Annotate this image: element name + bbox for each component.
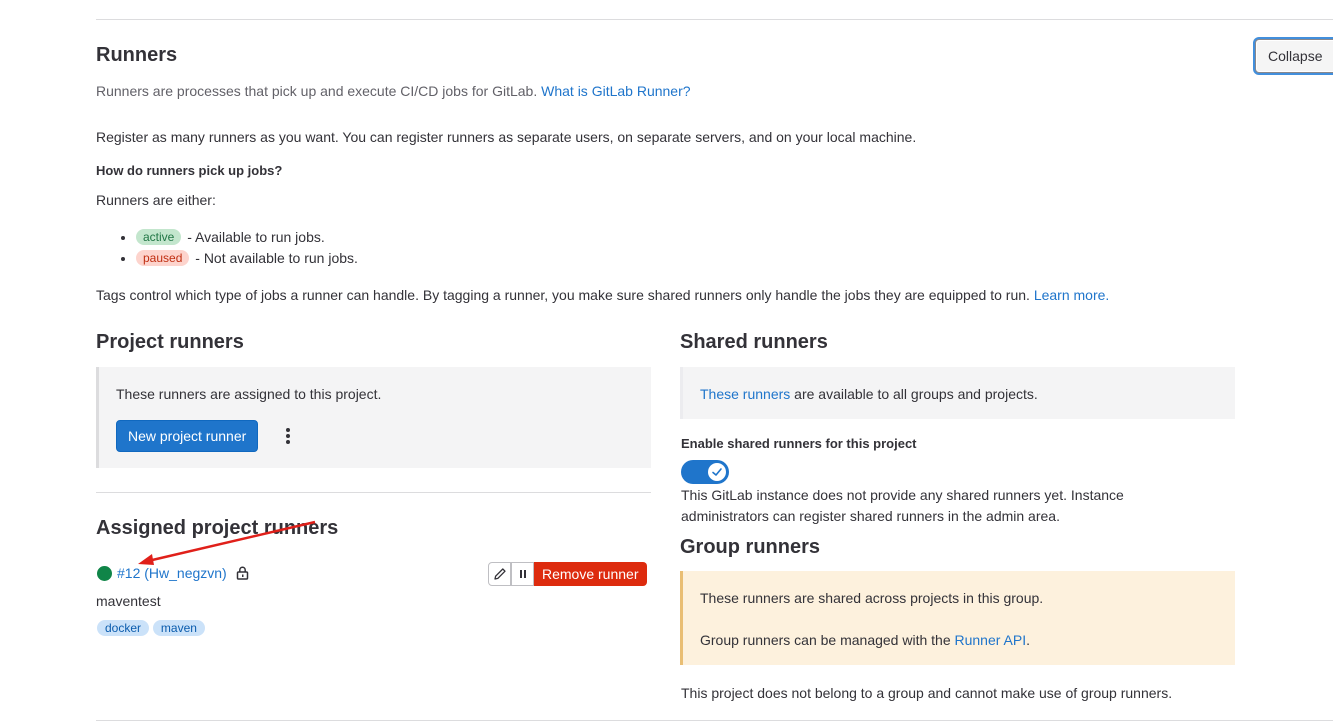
shared-runners-toggle[interactable]	[681, 460, 729, 484]
shared-runners-panel: These runners are available to all group…	[680, 367, 1235, 419]
tags-text: Tags control which type of jobs a runner…	[96, 287, 1109, 303]
new-project-runner-button[interactable]: New project runner	[116, 420, 259, 452]
active-desc: - Available to run jobs.	[187, 229, 325, 245]
collapse-button[interactable]: Collapse	[1255, 39, 1333, 73]
check-icon	[712, 468, 722, 476]
top-divider	[96, 19, 1333, 20]
remove-runner-button[interactable]: Remove runner	[534, 562, 647, 586]
list-item: paused - Not available to run jobs.	[136, 248, 358, 269]
active-badge: active	[136, 229, 182, 245]
runner-api-link[interactable]: Runner API	[955, 632, 1027, 648]
how-heading: How do runners pick up jobs?	[96, 163, 283, 178]
runner-actions: Remove runner	[488, 562, 647, 586]
paused-desc: - Not available to run jobs.	[195, 250, 358, 266]
project-runners-title: Project runners	[96, 331, 244, 353]
runner-online-status-icon	[97, 566, 112, 581]
pause-icon	[519, 570, 526, 578]
shared-note-line2: administrators can register shared runne…	[681, 508, 1060, 524]
project-runners-divider	[96, 492, 651, 493]
pause-runner-button[interactable]	[511, 562, 534, 586]
pencil-icon	[493, 568, 506, 580]
runners-description-text: Runners are processes that pick up and e…	[96, 83, 538, 99]
runner-tags: docker maven	[97, 619, 205, 636]
shared-runners-title: Shared runners	[680, 331, 828, 353]
tags-text-body: Tags control which type of jobs a runner…	[96, 287, 1030, 303]
project-runners-panel: These runners are assigned to this proje…	[96, 367, 651, 468]
group-runners-panel: These runners are shared across projects…	[680, 571, 1235, 665]
list-item: active - Available to run jobs.	[136, 227, 358, 248]
runners-title: Runners	[96, 44, 178, 66]
toggle-knob	[708, 463, 726, 481]
runners-description: Runners are processes that pick up and e…	[96, 83, 691, 99]
tag-maven: maven	[152, 620, 205, 636]
shared-runners-panel-text: These runners are available to all group…	[700, 386, 1038, 402]
group-panel-line1: These runners are shared across projects…	[700, 590, 1044, 606]
paused-badge: paused	[136, 250, 190, 266]
shared-panel-rest: are available to all groups and projects…	[790, 386, 1038, 402]
lock-icon	[236, 566, 249, 580]
shared-note-line1: This GitLab instance does not provide an…	[681, 487, 1124, 503]
learn-more-link[interactable]: Learn more.	[1034, 287, 1109, 303]
more-actions-icon[interactable]	[277, 420, 297, 452]
group-panel-line2-prefix: Group runners can be managed with the	[700, 632, 955, 648]
group-footer-text: This project does not belong to a group …	[681, 685, 1173, 701]
edit-runner-button[interactable]	[488, 562, 511, 586]
group-panel-line2: Group runners can be managed with the Ru…	[700, 632, 1030, 648]
bottom-divider	[96, 720, 1333, 721]
these-runners-link[interactable]: These runners	[700, 386, 790, 402]
runner-description: maventest	[96, 593, 161, 609]
enable-shared-label: Enable shared runners for this project	[681, 436, 917, 451]
register-text: Register as many runners as you want. Yo…	[96, 129, 917, 145]
annotation-arrow	[138, 520, 316, 565]
group-runners-title: Group runners	[680, 536, 821, 558]
project-runners-panel-text: These runners are assigned to this proje…	[116, 386, 382, 402]
what-is-runner-link[interactable]: What is GitLab Runner?	[541, 83, 690, 99]
tag-docker: docker	[97, 620, 150, 636]
runner-states-list: active - Available to run jobs. paused -…	[118, 227, 358, 269]
group-panel-line2-suffix: .	[1026, 632, 1030, 648]
either-text: Runners are either:	[96, 192, 216, 208]
